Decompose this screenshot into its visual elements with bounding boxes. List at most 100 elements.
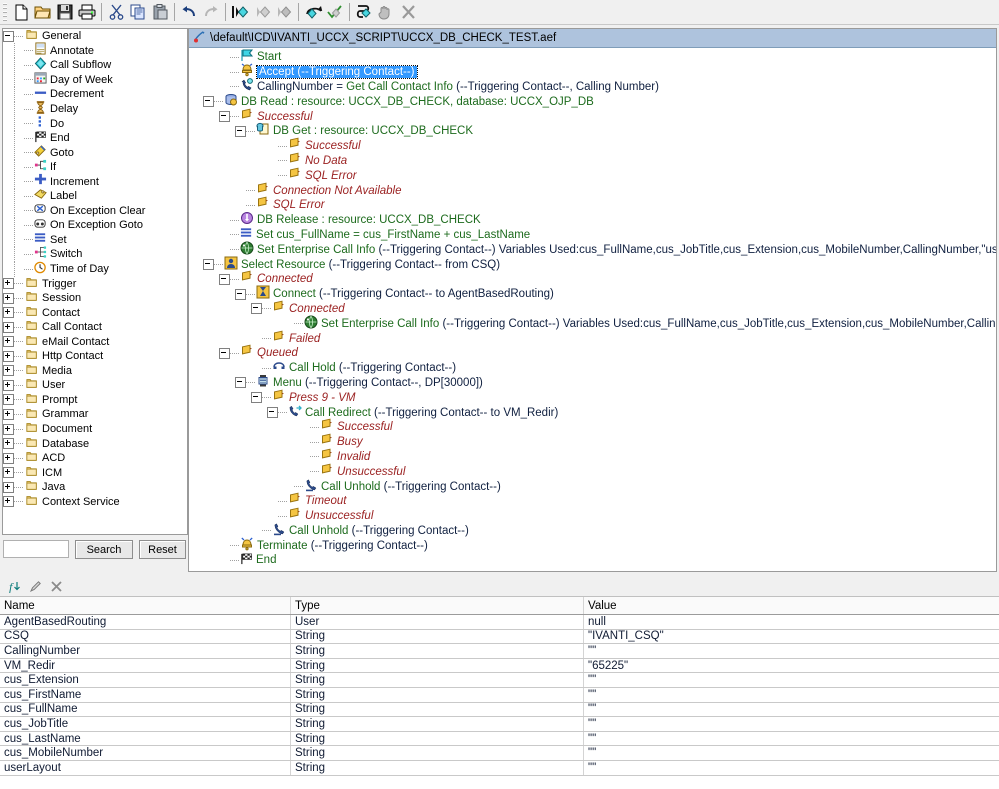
table-row[interactable]: CSQ String "IVANTI_CSQ"	[0, 629, 999, 645]
print-button[interactable]	[76, 2, 98, 23]
delete-variable-button[interactable]	[46, 577, 67, 595]
step-out-button[interactable]	[273, 2, 295, 23]
check-syntax-button[interactable]	[324, 2, 346, 23]
palette-item-call-contact[interactable]: Call Contact	[3, 320, 187, 335]
palette-item-prompt[interactable]: Prompt	[3, 393, 187, 408]
tree-toggle[interactable]	[235, 125, 246, 137]
palette-item-goto[interactable]: Goto	[3, 145, 187, 161]
palette-item-set[interactable]: Set	[3, 232, 187, 248]
table-row[interactable]: cus_Extension String ""	[0, 672, 999, 688]
tree-toggle[interactable]	[3, 30, 14, 42]
tree-toggle[interactable]	[3, 452, 14, 464]
script-tree-row[interactable]: Unsuccessful	[189, 507, 996, 524]
palette-item-database[interactable]: Database	[3, 436, 187, 451]
undo-button[interactable]	[178, 2, 200, 23]
palette-item-end[interactable]: End	[3, 130, 187, 146]
palette-item-context-service[interactable]: Context Service	[3, 495, 187, 510]
tree-toggle[interactable]	[3, 278, 14, 290]
tree-toggle[interactable]	[251, 392, 262, 404]
column-header-type[interactable]: Type	[290, 597, 584, 615]
palette-item-day-of-week[interactable]: Day of Week	[3, 72, 187, 88]
palette-item-on-exception-clear[interactable]: On Exception Clear	[3, 203, 187, 219]
tree-toggle[interactable]	[203, 259, 214, 271]
tree-toggle[interactable]	[3, 423, 14, 435]
script-tree-row[interactable]: CallingNumber = Get Call Contact Info (-…	[189, 78, 996, 95]
palette-item-acd[interactable]: ACD	[3, 451, 187, 466]
script-tree-row[interactable]: Busy	[189, 433, 996, 450]
tree-toggle[interactable]	[3, 379, 14, 391]
tree-toggle[interactable]	[3, 365, 14, 377]
table-row[interactable]: cus_FullName String ""	[0, 702, 999, 718]
palette-item-do[interactable]: Do	[3, 116, 187, 132]
tree-toggle[interactable]	[235, 377, 246, 389]
copy-button[interactable]	[127, 2, 149, 23]
script-tree-row[interactable]: Successful	[189, 137, 996, 154]
table-row[interactable]: cus_LastName String ""	[0, 731, 999, 747]
tree-toggle[interactable]	[3, 350, 14, 362]
palette-item-delay[interactable]: Delay	[3, 100, 187, 117]
script-tree-row[interactable]: Timeout	[189, 492, 996, 509]
script-tree-row[interactable]: No Data	[189, 152, 996, 169]
new-file-button[interactable]	[10, 2, 32, 23]
script-tree-row[interactable]: Start	[189, 49, 996, 65]
palette-item-annotate[interactable]: Annotate	[3, 42, 187, 59]
script-tree-row[interactable]: Successful	[189, 108, 996, 124]
palette-item-user[interactable]: User	[3, 378, 187, 393]
script-tree-row[interactable]: Call Unhold (--Triggering Contact--)	[189, 523, 996, 539]
script-tree-row[interactable]: Call Unhold (--Triggering Contact--)	[189, 478, 996, 494]
save-file-button[interactable]	[54, 2, 76, 23]
table-row[interactable]: cus_FirstName String ""	[0, 687, 999, 703]
script-tree-row[interactable]: Failed	[189, 330, 996, 346]
tree-toggle[interactable]	[3, 408, 14, 420]
column-header-name[interactable]: Name	[0, 597, 291, 615]
paste-button[interactable]	[149, 2, 171, 23]
tree-toggle[interactable]	[235, 288, 246, 300]
script-tree-row[interactable]: SQL Error	[189, 167, 996, 183]
table-row[interactable]: cus_MobileNumber String ""	[0, 745, 999, 761]
script-tree-row[interactable]: End	[189, 553, 996, 568]
script-tree-row[interactable]: Connected	[189, 270, 996, 287]
debug-button[interactable]	[353, 2, 375, 23]
tree-toggle[interactable]	[219, 347, 230, 359]
table-row[interactable]: VM_Redir String "65225"	[0, 658, 999, 674]
tree-toggle[interactable]	[3, 394, 14, 406]
palette-item-if[interactable]: If	[3, 159, 187, 175]
tree-toggle[interactable]	[3, 336, 14, 348]
tree-toggle[interactable]	[3, 496, 14, 508]
tree-toggle[interactable]	[203, 96, 214, 108]
script-tree-row[interactable]: Press 9 - VM	[189, 389, 996, 405]
pause-button[interactable]	[375, 2, 397, 23]
palette-item-time-of-day[interactable]: Time of Day	[3, 261, 187, 277]
script-tree-row[interactable]: Invalid	[189, 448, 996, 465]
script-tree-row[interactable]: Set Enterprise Call Info (--Triggering C…	[189, 241, 996, 257]
palette-item-trigger[interactable]: Trigger	[3, 276, 187, 291]
script-tree-row[interactable]: Queued	[189, 344, 996, 361]
table-row[interactable]: AgentBasedRouting User null	[0, 614, 999, 630]
cut-button[interactable]	[105, 2, 127, 23]
script-tree-row[interactable]: Successful	[189, 418, 996, 435]
script-tree-row[interactable]: DB Get : resource: UCCX_DB_CHECK	[189, 123, 996, 139]
palette-item-general[interactable]: General	[3, 29, 187, 44]
table-row[interactable]: userLayout String ""	[0, 760, 999, 776]
script-tree-row[interactable]: Menu (--Triggering Contact--, DP[30000])	[189, 374, 996, 391]
palette-item-session[interactable]: Session	[3, 291, 187, 306]
script-tree-row[interactable]: Accept (--Triggering Contact--)	[189, 63, 996, 80]
palette-item-media[interactable]: Media	[3, 364, 187, 379]
tree-toggle[interactable]	[3, 438, 14, 450]
reset-button[interactable]: Reset	[139, 540, 186, 559]
tree-toggle[interactable]	[219, 111, 230, 123]
script-tree-row[interactable]: DB Read : resource: UCCX_DB_CHECK, datab…	[189, 93, 996, 109]
palette-item-increment[interactable]: Increment	[3, 174, 187, 190]
palette-item-call-subflow[interactable]: Call Subflow	[3, 57, 187, 73]
palette-item-http-contact[interactable]: Http Contact	[3, 349, 187, 364]
validate-button[interactable]	[302, 2, 324, 23]
palette-item-switch[interactable]: Switch	[3, 246, 187, 262]
search-button[interactable]: Search	[75, 540, 133, 559]
script-tree-row[interactable]: Call Redirect (--Triggering Contact-- to…	[189, 405, 996, 420]
tree-toggle[interactable]	[3, 307, 14, 319]
palette-item-decrement[interactable]: Decrement	[3, 86, 187, 102]
palette-item-email-contact[interactable]: eMail Contact	[3, 334, 187, 349]
palette-item-java[interactable]: Java	[3, 480, 187, 495]
step-over-button[interactable]	[251, 2, 273, 23]
table-row[interactable]: CallingNumber String ""	[0, 643, 999, 659]
